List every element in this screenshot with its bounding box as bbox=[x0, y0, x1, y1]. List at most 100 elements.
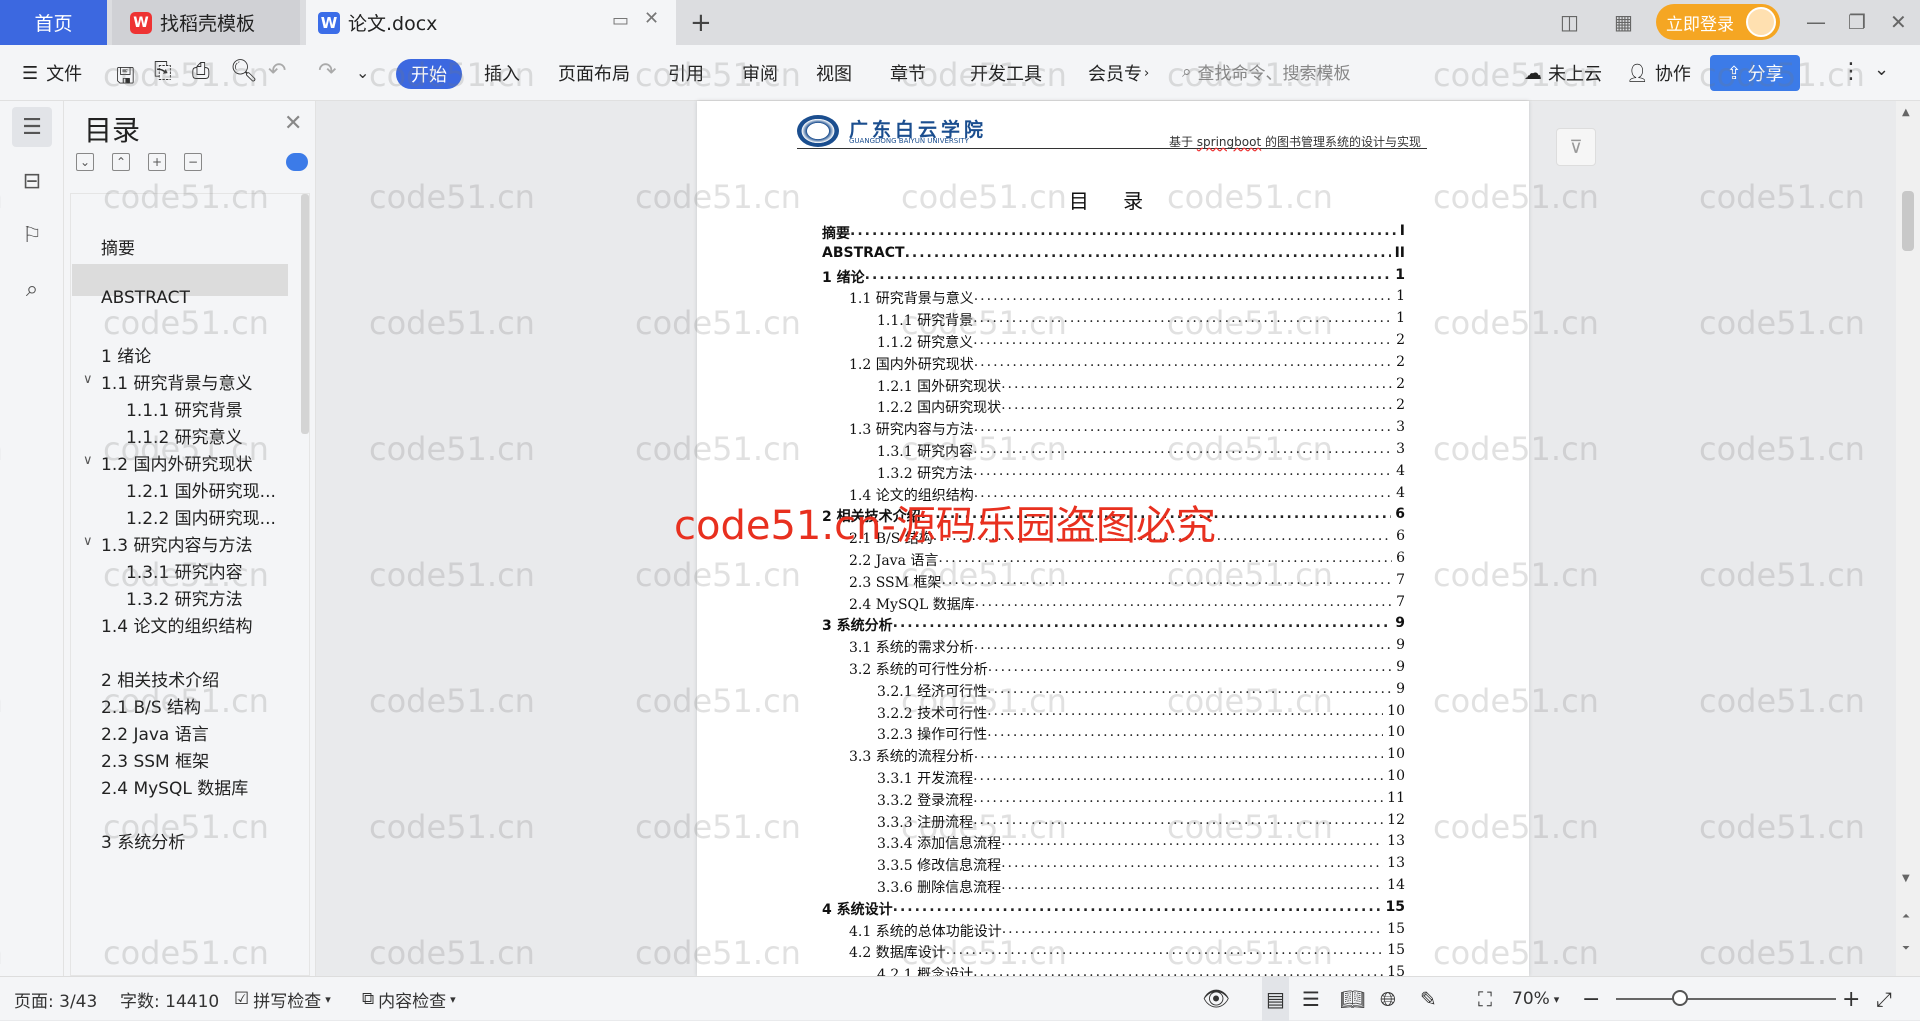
zoom-in-icon[interactable]: + bbox=[1842, 977, 1860, 1021]
collab-button[interactable]: 👤︎ 协作 bbox=[1626, 45, 1691, 101]
file-menu[interactable]: ☰ 文件 bbox=[22, 45, 82, 101]
doc-toc-entry[interactable]: 3.3.5 修改信息流程............................… bbox=[877, 855, 1405, 875]
add-heading-icon[interactable]: + bbox=[148, 153, 166, 171]
spell-check-button[interactable]: ☑ 拼写检查 ▾ bbox=[234, 977, 331, 1021]
doc-toc-entry[interactable]: 4.2.1 概念设计..............................… bbox=[877, 964, 1405, 976]
close-icon[interactable]: ✕ bbox=[284, 111, 302, 136]
outline-view-icon[interactable]: ☰ bbox=[1302, 977, 1320, 1021]
find-icon[interactable]: ⌕ bbox=[12, 269, 52, 309]
remove-heading-icon[interactable]: − bbox=[184, 153, 202, 171]
toc-item[interactable]: 2 相关技术介绍 bbox=[101, 666, 219, 691]
doc-toc-entry[interactable]: 2.2 Java 语言.............................… bbox=[849, 550, 1405, 570]
login-button[interactable]: 立即登录 bbox=[1656, 4, 1780, 40]
pen-icon[interactable]: ✎ bbox=[1420, 977, 1437, 1021]
filter-icon[interactable]: ⊽ bbox=[1556, 128, 1596, 166]
undo-icon[interactable]: ↶ bbox=[268, 59, 286, 84]
more-icon[interactable]: ⋮ bbox=[1840, 59, 1862, 84]
doc-toc-entry[interactable]: 3.2.3 操作可行性.............................… bbox=[877, 724, 1405, 744]
tab-document[interactable]: W 论文.docx ▭ ✕ bbox=[306, 0, 676, 45]
zoom-level[interactable]: 70% ▾ bbox=[1512, 977, 1559, 1021]
toc-item[interactable]: 摘要 bbox=[101, 234, 135, 259]
doc-toc-entry[interactable]: 4.1 系统的总体功能设计...........................… bbox=[849, 921, 1405, 941]
toc-scrollbar[interactable] bbox=[301, 194, 309, 434]
doc-toc-entry[interactable]: 3.2 系统的可行性分析............................… bbox=[849, 659, 1405, 679]
menu-review[interactable]: 审阅 bbox=[742, 45, 778, 101]
doc-toc-entry[interactable]: ABSTRACT................................… bbox=[822, 245, 1405, 265]
chevron-down-icon[interactable]: ∨ bbox=[83, 453, 93, 468]
menu-start[interactable]: 开始 bbox=[396, 59, 462, 89]
redo-icon[interactable]: ↷ bbox=[318, 59, 336, 84]
page-view-icon[interactable]: ▤ bbox=[1262, 977, 1289, 1021]
doc-toc-entry[interactable]: 3.3.1 开发流程..............................… bbox=[877, 768, 1405, 788]
doc-toc-entry[interactable]: 3.2.2 技术可行性.............................… bbox=[877, 703, 1405, 723]
toc-item[interactable]: ABSTRACT bbox=[101, 288, 190, 308]
doc-toc-entry[interactable]: 4 系统设计..................................… bbox=[822, 899, 1405, 919]
toc-item[interactable]: 1.3.2 研究方法 bbox=[126, 585, 243, 610]
doc-toc-entry[interactable]: 1.3 研究内容与方法.............................… bbox=[849, 419, 1405, 439]
zoom-out-icon[interactable]: − bbox=[1582, 977, 1600, 1021]
toc-item[interactable]: 1.2.2 国内研究现... bbox=[126, 504, 276, 529]
menu-insert[interactable]: 插入 bbox=[484, 45, 520, 101]
command-search[interactable]: ⌕ 查找命令、搜索模板 bbox=[1182, 59, 1351, 85]
menu-member[interactable]: 会员专 › bbox=[1088, 45, 1149, 101]
tab-find-template[interactable]: W 找稻壳模板 bbox=[112, 0, 300, 45]
toc-item[interactable]: 3 系统分析 bbox=[101, 828, 185, 853]
toc-item[interactable]: 1.4 论文的组织结构 bbox=[101, 612, 252, 637]
float-window-icon[interactable]: ▭ bbox=[612, 10, 629, 31]
minimize-icon[interactable]: — bbox=[1806, 10, 1826, 34]
doc-toc-entry[interactable]: 3.2.1 经济可行性.............................… bbox=[877, 681, 1405, 701]
zoom-slider[interactable] bbox=[1616, 998, 1836, 1000]
cloud-status[interactable]: ☁ 未上云 bbox=[1524, 45, 1602, 101]
word-count[interactable]: 字数: 14410 bbox=[120, 977, 219, 1021]
doc-toc-entry[interactable]: 1.1 研究背景与意义.............................… bbox=[849, 288, 1405, 308]
print-icon[interactable]: ⎙ bbox=[192, 59, 210, 84]
vertical-scrollbar[interactable]: ▲ ▼ ⏶ ⏷ bbox=[1896, 101, 1920, 976]
menu-layout[interactable]: 页面布局 bbox=[558, 45, 630, 101]
toc-item[interactable]: 1 绪论 bbox=[101, 342, 151, 367]
fit-page-icon[interactable]: ⛶ bbox=[1478, 977, 1492, 1021]
toc-panel-icon[interactable]: ☰ bbox=[12, 107, 52, 147]
toc-item[interactable]: 2.2 Java 语言 bbox=[101, 720, 209, 745]
doc-toc-entry[interactable]: 3.3 系统的流程分析.............................… bbox=[849, 746, 1405, 766]
new-tab-icon[interactable]: + bbox=[690, 8, 712, 38]
next-page-icon[interactable]: ⏷ bbox=[1902, 943, 1910, 954]
collapse-all-icon[interactable]: ⌄ bbox=[76, 153, 94, 171]
doc-toc-entry[interactable]: 2.4 MySQL 数据库...........................… bbox=[849, 594, 1405, 614]
share-button[interactable]: ⇪ 分享 bbox=[1710, 55, 1800, 91]
doc-toc-entry[interactable]: 1.2.1 国外研究现状............................… bbox=[877, 376, 1405, 396]
save-icon[interactable]: 🖫 bbox=[116, 59, 135, 97]
export-pdf-icon[interactable]: ⎘ bbox=[154, 59, 172, 84]
toc-item[interactable]: 1.1.1 研究背景 bbox=[126, 396, 243, 421]
zoom-slider-knob[interactable] bbox=[1672, 990, 1688, 1006]
chevron-down-icon[interactable]: ⌄ bbox=[356, 63, 369, 82]
toc-item[interactable]: 2.4 MySQL 数据库 bbox=[101, 774, 248, 799]
prev-page-icon[interactable]: ⏶ bbox=[1902, 911, 1910, 922]
toc-item[interactable]: 1.2 国内外研究现状 bbox=[101, 450, 252, 475]
doc-toc-entry[interactable]: 1.3.2 研究方法..............................… bbox=[877, 463, 1405, 483]
toc-item[interactable]: 1.1.2 研究意义 bbox=[126, 423, 243, 448]
close-window-icon[interactable]: ✕ bbox=[1890, 10, 1907, 34]
apps-grid-icon[interactable]: ▦ bbox=[1614, 10, 1633, 34]
chevron-down-icon[interactable]: ∨ bbox=[83, 534, 93, 549]
menu-developer[interactable]: 开发工具 bbox=[970, 45, 1042, 101]
close-tab-icon[interactable]: ✕ bbox=[644, 8, 659, 29]
menu-view[interactable]: 视图 bbox=[816, 45, 852, 101]
doc-toc-entry[interactable]: 2.3 SSM 框架..............................… bbox=[849, 572, 1405, 592]
toc-item[interactable]: 1.1 研究背景与意义 bbox=[101, 369, 252, 394]
chapter-nav-icon[interactable]: ⊟ bbox=[12, 161, 52, 201]
eye-protect-icon[interactable]: 👁︎ bbox=[1202, 977, 1230, 1021]
doc-toc-entry[interactable]: 3.3.4 添加信息流程............................… bbox=[877, 833, 1405, 853]
bookmark-icon[interactable]: ⚐ bbox=[12, 215, 52, 255]
doc-toc-entry[interactable]: 3.3.2 登录流程..............................… bbox=[877, 790, 1405, 810]
collapse-ribbon-icon[interactable]: ⌄ bbox=[1874, 59, 1889, 80]
doc-toc-entry[interactable]: 1.2.2 国内研究现状............................… bbox=[877, 397, 1405, 417]
doc-toc-entry[interactable]: 摘要......................................… bbox=[822, 223, 1405, 243]
doc-toc-entry[interactable]: 3.3.6 删除信息流程............................… bbox=[877, 877, 1405, 897]
reading-view-icon[interactable]: 📖︎ bbox=[1340, 977, 1365, 1021]
expand-up-icon[interactable]: ⌃ bbox=[112, 153, 130, 171]
smart-toc-icon[interactable] bbox=[286, 153, 308, 171]
menu-chapter[interactable]: 章节 bbox=[890, 45, 926, 101]
tab-home[interactable]: 首页 bbox=[0, 0, 107, 45]
doc-toc-entry[interactable]: 1.2 国内外研究现状.............................… bbox=[849, 354, 1405, 374]
doc-toc-entry[interactable]: 3.3.3 注册流程..............................… bbox=[877, 812, 1405, 832]
